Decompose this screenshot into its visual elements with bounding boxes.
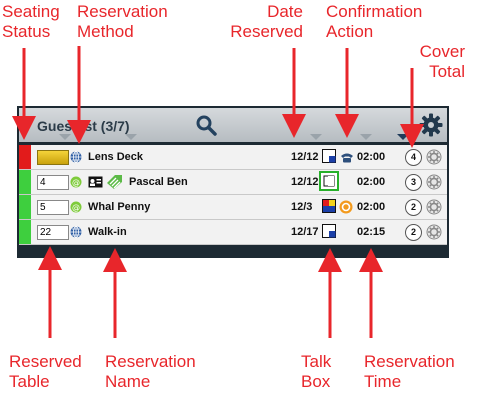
email-reservation-icon: @ [70,176,82,188]
label-cover-total: Cover Total [409,42,465,82]
label-date-reserved: Date Reserved [219,2,303,42]
guest-row[interactable]: Lens Deck 12/12 02:00 4 [19,145,447,170]
label-line: Total [429,62,465,81]
reservation-time: 02:00 [357,176,386,188]
row-settings-icon[interactable] [426,224,442,240]
guest-row[interactable]: 4 @ Pascal Ben 12/12 02:00 3 [19,170,447,195]
reservation-name[interactable]: Lens Deck [88,151,143,163]
guest-row[interactable]: 5 @ Whal Penny 12/3 02:00 2 [19,195,447,220]
reserved-table-box[interactable]: 5 [37,200,69,215]
reservation-time: 02:00 [357,201,386,213]
id-card-icon [88,176,103,188]
seating-status-indicator [19,170,31,194]
cover-total: 4 [405,149,422,166]
phone-icon[interactable] [340,152,354,163]
svg-text:@: @ [72,203,80,212]
search-icon[interactable] [195,114,217,136]
reserved-table-box[interactable] [37,150,69,165]
label-line: Confirmation [326,2,423,21]
label-talk-box: Talk Box [301,352,331,392]
label-line: Date [267,2,303,21]
cover-total: 2 [405,224,422,241]
sort-triangle-icon[interactable] [59,134,71,140]
label-line: Talk [301,352,332,371]
date-reserved: 12/17 [291,226,319,238]
talk-box-icon[interactable] [319,171,339,191]
web-reservation-icon [70,151,82,163]
guest-row[interactable]: 22 Walk-in 12/17 02:15 2 [19,220,447,245]
talk-box-icon[interactable] [322,199,336,213]
talk-box-icon[interactable] [322,224,336,238]
talk-box-icon[interactable] [322,149,336,163]
row-settings-icon[interactable] [426,199,442,215]
sort-triangle-active-icon[interactable] [397,134,409,140]
seating-status-indicator [19,145,31,169]
label-reservation-time: Reservation Time [364,352,455,392]
reservation-name[interactable]: Walk-in [88,226,127,238]
label-line: Table [9,372,50,391]
label-line: Reserved [9,352,82,371]
svg-text:@: @ [72,178,80,187]
web-reservation-icon [70,226,82,238]
tag-icon [107,175,122,189]
label-seating-status: Seating Status [2,2,60,42]
sort-triangle-icon[interactable] [360,134,372,140]
guestlist-panel: Guestlist (3/7) Lens Deck 12/12 02:00 4 … [17,106,449,258]
reserved-table-box[interactable]: 4 [37,175,69,190]
label-line: Action [326,22,374,41]
reservation-time: 02:15 [357,226,386,238]
label-line: Reservation [105,352,196,371]
seating-status-indicator [19,195,31,219]
label-line: Reservation [364,352,455,371]
label-line: Cover [419,42,465,61]
label-line: Time [364,372,402,391]
confirmation-badge-icon[interactable] [339,200,353,214]
label-line: Seating [2,2,60,21]
guestlist-header: Guestlist (3/7) [19,108,447,142]
row-settings-icon[interactable] [426,149,442,165]
label-line: Box [301,372,331,391]
label-line: Reserved [230,22,303,41]
label-reservation-name: Reservation Name [105,352,196,392]
date-reserved: 12/12 [291,176,319,188]
cover-total: 3 [405,174,422,191]
seating-status-indicator [19,220,31,244]
label-line: Reservation [77,2,168,21]
label-confirmation-action: Confirmation Action [326,2,422,42]
reservation-time: 02:00 [357,151,386,163]
cover-total: 2 [405,199,422,216]
label-line: Method [77,22,134,41]
sort-triangle-icon[interactable] [310,134,322,140]
reservation-name[interactable]: Pascal Ben [129,176,188,188]
guestlist-title: Guestlist (3/7) [37,118,130,134]
label-reservation-method: Reservation Method [77,2,168,42]
date-reserved: 12/12 [291,151,319,163]
label-line: Name [105,372,151,391]
sort-triangle-icon[interactable] [125,134,137,140]
label-reserved-table: Reserved Table [9,352,82,392]
row-settings-icon[interactable] [426,174,442,190]
reserved-table-box[interactable]: 22 [37,225,69,240]
label-line: Status [2,22,51,41]
date-reserved: 12/3 [291,201,313,213]
gear-icon[interactable] [419,113,443,137]
email-reservation-icon: @ [70,201,82,213]
reservation-name[interactable]: Whal Penny [88,201,150,213]
